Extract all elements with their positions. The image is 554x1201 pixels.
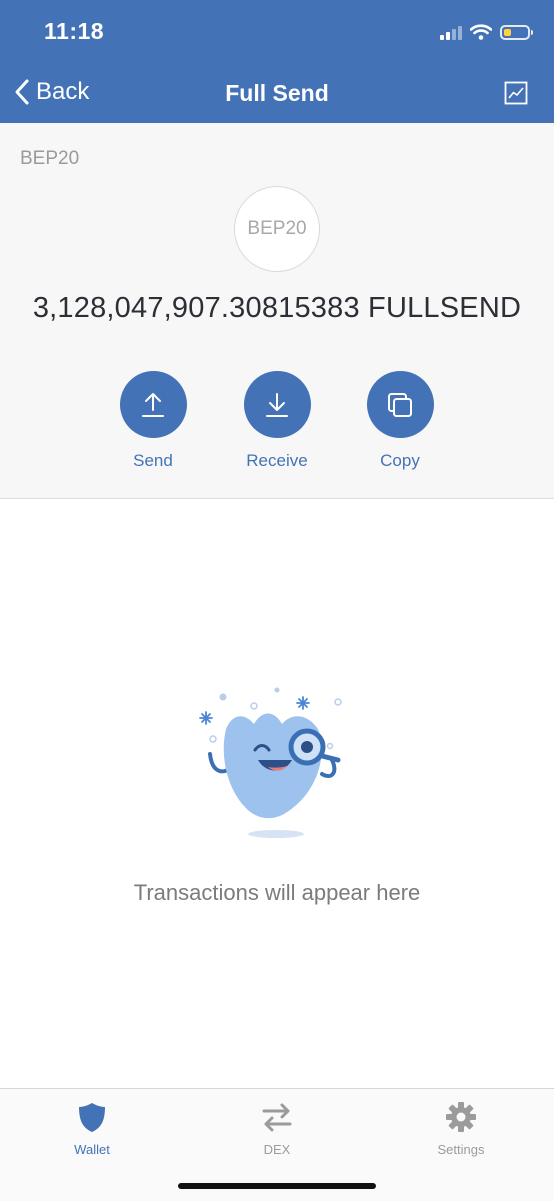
download-arrow-icon bbox=[266, 392, 288, 417]
gear-icon bbox=[446, 1102, 476, 1132]
tab-dex-label: DEX bbox=[263, 1142, 291, 1157]
cellular-signal-icon bbox=[440, 24, 462, 40]
swap-arrows-icon bbox=[262, 1103, 292, 1132]
token-balance: 3,128,047,907.30815383 FULLSEND bbox=[32, 292, 522, 324]
empty-state-illustration bbox=[199, 687, 342, 838]
token-logo: BEP20 bbox=[234, 186, 320, 272]
token-summary: BEP20 BEP20 3,128,047,907.30815383 FULLS… bbox=[0, 123, 554, 499]
status-time: 11:18 bbox=[44, 18, 105, 44]
send-label: Send bbox=[133, 451, 173, 470]
home-indicator bbox=[178, 1183, 376, 1189]
tab-dex[interactable]: DEX bbox=[217, 1101, 337, 1157]
receive-label: Receive bbox=[246, 451, 308, 470]
battery-icon bbox=[500, 24, 533, 40]
tab-settings[interactable]: Settings bbox=[401, 1101, 521, 1157]
receive-button[interactable]: Receive bbox=[227, 371, 327, 471]
chart-icon[interactable] bbox=[504, 81, 528, 105]
tab-settings-label: Settings bbox=[437, 1142, 485, 1157]
tab-wallet[interactable]: Wallet bbox=[32, 1101, 152, 1157]
send-button[interactable]: Send bbox=[103, 371, 203, 471]
status-icons bbox=[440, 21, 533, 43]
copy-label: Copy bbox=[380, 451, 420, 470]
app-header: 11:18 Back Full Send bbox=[0, 0, 554, 123]
upload-arrow-icon bbox=[142, 392, 164, 417]
empty-transactions-message: Transactions will appear here bbox=[133, 880, 421, 905]
page-title: Full Send bbox=[225, 80, 329, 106]
network-label: BEP20 bbox=[20, 148, 80, 169]
tab-wallet-label: Wallet bbox=[74, 1142, 110, 1157]
copy-button[interactable]: Copy bbox=[350, 371, 450, 471]
shield-icon bbox=[79, 1103, 105, 1132]
copy-icon bbox=[388, 392, 412, 417]
wifi-icon bbox=[470, 24, 492, 40]
